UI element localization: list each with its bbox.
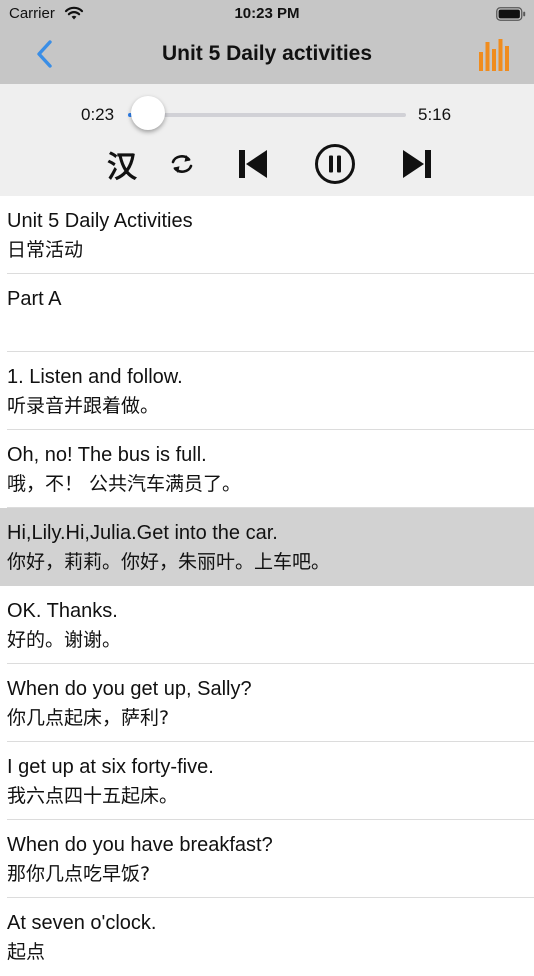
english-line: Oh, no! The bus is full.	[7, 444, 207, 466]
progress-track[interactable]	[128, 113, 406, 117]
page-title: Unit 5 Daily activities	[161, 42, 373, 65]
chinese-line: 听录音并跟着做。	[7, 395, 160, 417]
list-item-highlighted[interactable]: Hi,Lily.Hi,Julia.Get into the car. 你好，莉莉…	[0, 508, 534, 586]
previous-track-icon[interactable]	[236, 144, 270, 184]
english-line: Hi,Lily.Hi,Julia.Get into the car.	[7, 522, 278, 544]
list-item[interactable]: Unit 5 Daily Activities 日常活动	[0, 196, 534, 274]
english-line: When do you have breakfast?	[7, 834, 273, 856]
navigation-bar: Unit 5 Daily activities	[0, 28, 534, 84]
chinese-line: 起点	[7, 941, 46, 963]
battery-icon	[496, 7, 526, 26]
audio-player: 0:23 5:16 汉	[0, 84, 534, 196]
list-item[interactable]: Oh, no! The bus is full. 哦，不！ 公共汽车满员了。	[0, 430, 534, 508]
chinese-line: 你好，莉莉。你好，朱丽叶。上车吧。	[7, 551, 331, 573]
list-item[interactable]: When do you get up, Sally? 你几点起床，萨利?	[0, 664, 534, 742]
list-item[interactable]: I get up at six forty-five. 我六点四十五起床。	[0, 742, 534, 820]
transcript-list: Unit 5 Daily Activities 日常活动 Part A 1. L…	[0, 196, 534, 976]
english-line: When do you get up, Sally?	[7, 678, 252, 700]
current-time: 0:23	[81, 105, 115, 124]
list-item[interactable]: When do you have breakfast? 那你几点吃早饭?	[0, 820, 534, 898]
english-line: Part A	[7, 288, 62, 310]
list-item[interactable]: At seven o'clock. 起点	[0, 898, 534, 976]
chinese-line: 日常活动	[7, 239, 84, 261]
clock: 10:23 PM	[234, 5, 300, 22]
pause-icon[interactable]	[314, 144, 356, 184]
status-bar: Carrier 10:23 PM	[0, 0, 534, 28]
top-bar: Carrier 10:23 PM Unit 5 Daily activities	[0, 0, 534, 84]
chinese-line: 你几点起床，萨利?	[7, 707, 170, 729]
english-line: OK. Thanks.	[7, 600, 118, 622]
chinese-line: 那你几点吃早饭?	[7, 863, 151, 885]
total-time: 5:16	[418, 105, 452, 124]
chinese-toggle-button[interactable]: 汉	[104, 144, 140, 185]
list-item[interactable]: 1. Listen and follow. 听录音并跟着做。	[0, 352, 534, 430]
english-line: Unit 5 Daily Activities	[7, 210, 193, 232]
english-line: At seven o'clock.	[7, 912, 157, 934]
english-line: I get up at six forty-five.	[7, 756, 214, 778]
repeat-icon[interactable]	[166, 144, 198, 184]
list-item[interactable]: OK. Thanks. 好的。谢谢。	[0, 586, 534, 664]
equalizer-icon[interactable]	[478, 38, 510, 77]
chinese-line: 我六点四十五起床。	[7, 785, 179, 807]
progress-slider-thumb[interactable]	[131, 96, 165, 130]
chinese-line: 哦，不！ 公共汽车满员了。	[7, 473, 242, 495]
chinese-line: 好的。谢谢。	[7, 629, 122, 651]
next-track-icon[interactable]	[400, 144, 434, 184]
english-line: 1. Listen and follow.	[7, 366, 183, 388]
list-item[interactable]: Part A	[0, 274, 534, 352]
